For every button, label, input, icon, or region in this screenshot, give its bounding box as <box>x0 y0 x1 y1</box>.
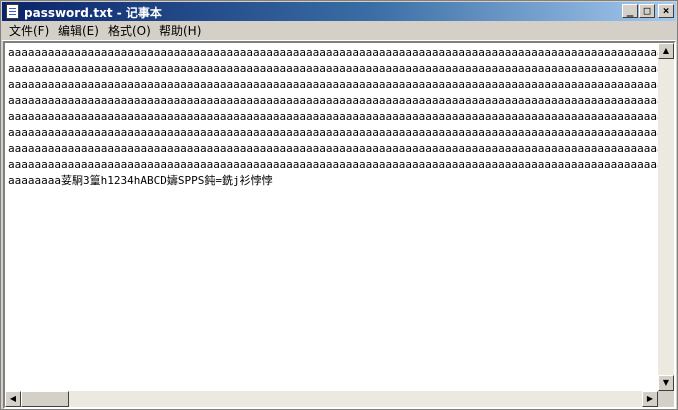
horizontal-scrollbar[interactable]: ◀ ▶ <box>5 391 658 407</box>
scroll-down-icon[interactable]: ▼ <box>658 375 674 391</box>
horizontal-scroll-thumb[interactable] <box>21 391 69 407</box>
vertical-scrollbar[interactable]: ▲ ▼ <box>658 43 674 391</box>
menu-format[interactable]: 格式(O) <box>108 23 151 39</box>
scroll-right-icon[interactable]: ▶ <box>642 391 658 407</box>
text-line: aaaaaaaaaaaaaaaaaaaaaaaaaaaaaaaaaaaaaaaa… <box>8 62 658 75</box>
menu-help[interactable]: 帮助(H) <box>159 23 201 39</box>
menu-edit[interactable]: 编辑(E) <box>58 23 99 39</box>
menu-file[interactable]: 文件(F) <box>9 23 49 39</box>
text-editor[interactable]: aaaaaaaaaaaaaaaaaaaaaaaaaaaaaaaaaaaaaaaa… <box>5 43 658 391</box>
maximize-button[interactable]: □ <box>639 4 655 18</box>
text-line: aaaaaaaaaaaaaaaaaaaaaaaaaaaaaaaaaaaaaaaa… <box>8 110 658 123</box>
scroll-left-icon[interactable]: ◀ <box>5 391 21 407</box>
text-line: aaaaaaaa荽駉3篁h1234hABCD嬦SPPS鈍=銑j衫悖悖 <box>8 174 273 187</box>
text-line: aaaaaaaaaaaaaaaaaaaaaaaaaaaaaaaaaaaaaaaa… <box>8 78 658 91</box>
text-line: aaaaaaaaaaaaaaaaaaaaaaaaaaaaaaaaaaaaaaaa… <box>8 126 658 139</box>
menu-bar: 文件(F) 编辑(E) 格式(O) 帮助(H) <box>2 21 676 41</box>
notepad-icon[interactable] <box>6 4 19 19</box>
scroll-up-icon[interactable]: ▲ <box>658 43 674 59</box>
size-grip <box>658 391 674 407</box>
text-line: aaaaaaaaaaaaaaaaaaaaaaaaaaaaaaaaaaaaaaaa… <box>8 46 658 59</box>
window-title: password.txt - 记事本 <box>24 6 162 20</box>
editor-frame: aaaaaaaaaaaaaaaaaaaaaaaaaaaaaaaaaaaaaaaa… <box>3 41 676 409</box>
minimize-button[interactable]: _ <box>622 4 638 18</box>
title-bar[interactable]: password.txt - 记事本 _ □ × <box>2 2 676 21</box>
notepad-window: password.txt - 记事本 _ □ × 文件(F) 编辑(E) 格式(… <box>0 0 678 410</box>
text-line: aaaaaaaaaaaaaaaaaaaaaaaaaaaaaaaaaaaaaaaa… <box>8 158 658 171</box>
text-line: aaaaaaaaaaaaaaaaaaaaaaaaaaaaaaaaaaaaaaaa… <box>8 94 658 107</box>
text-line: aaaaaaaaaaaaaaaaaaaaaaaaaaaaaaaaaaaaaaaa… <box>8 142 658 155</box>
close-button[interactable]: × <box>658 4 674 18</box>
